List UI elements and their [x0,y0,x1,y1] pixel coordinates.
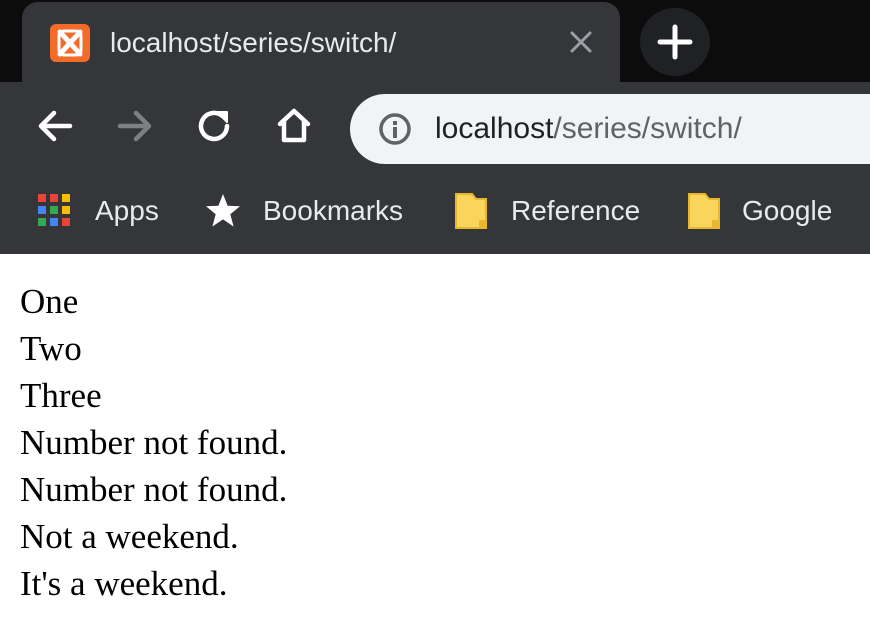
arrow-right-icon [117,110,152,142]
address-bar[interactable]: localhost/series/switch/ [350,94,870,164]
forward-button[interactable] [110,102,158,150]
home-icon [277,108,311,143]
bookmarks-bar: Apps Bookmarks Reference Google [0,172,870,254]
bookmark-label: Bookmarks [263,195,404,226]
reload-button[interactable] [190,102,238,150]
output-line: Three [20,376,102,415]
page-content: One Two Three Number not found. Number n… [20,278,287,607]
url-text[interactable]: localhost/series/switch/ [435,109,742,149]
bookmark-apps[interactable]: Apps [36,190,166,232]
tab-title: localhost/series/switch/ [110,27,397,58]
output-line: It's a weekend. [20,564,228,603]
output-line: One [20,282,79,321]
bookmark-label: Google [742,195,833,226]
new-tab-button[interactable] [640,8,710,76]
star-icon [204,192,242,230]
home-button[interactable] [270,102,318,150]
back-button[interactable] [32,102,80,150]
folder-icon [685,192,723,230]
close-icon[interactable] [568,26,594,58]
xampp-icon [50,24,90,62]
navigation-toolbar: localhost/series/switch/ [0,82,870,172]
bookmark-folder-google[interactable]: Google [685,190,850,232]
output-line: Number not found. [20,470,288,509]
info-icon[interactable] [378,112,412,146]
bookmark-folder-reference[interactable]: Reference [452,190,647,232]
apps-grid-icon [36,192,74,230]
bookmark-label: Apps [95,195,159,226]
tab-strip: localhost/series/switch/ [0,0,870,82]
arrow-left-icon [38,110,73,142]
plus-icon [657,24,693,60]
bookmark-bookmarks[interactable]: Bookmarks [204,190,414,232]
url-path: /series/switch/ [553,112,742,145]
output-line: Not a weekend. [20,517,239,556]
reload-icon [198,110,230,142]
url-host: localhost [435,112,554,145]
browser-tab[interactable]: localhost/series/switch/ [22,2,620,82]
output-line: Number not found. [20,423,288,462]
folder-icon [452,192,490,230]
bookmark-label: Reference [511,195,641,226]
browser-chrome: localhost/series/switch/ localhost/serie… [0,0,870,254]
output-line: Two [20,329,82,368]
